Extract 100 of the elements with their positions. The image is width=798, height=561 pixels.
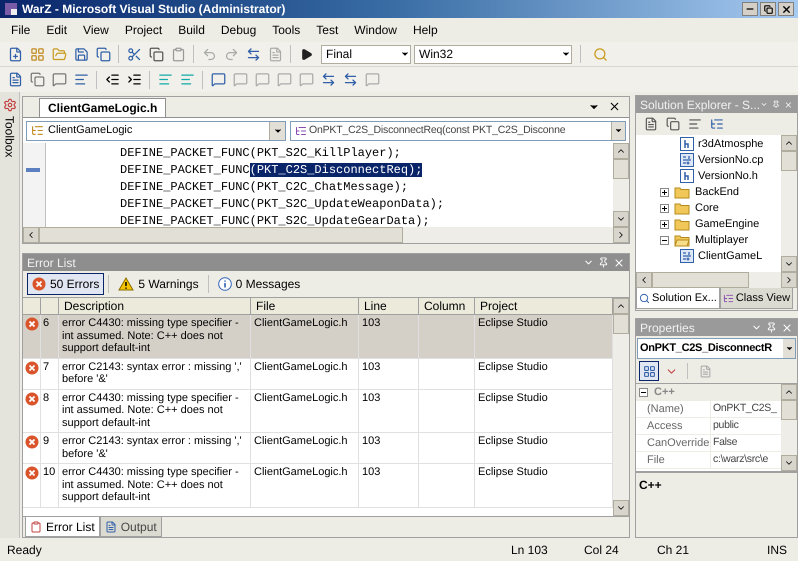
panel-tab[interactable]: Output: [100, 517, 162, 537]
file-name: ClientGameLogic.h: [254, 360, 348, 372]
error-icon: [25, 392, 39, 406]
platform-dropdown[interactable]: Win32: [414, 44, 572, 64]
minimize-button[interactable]: [742, 2, 758, 16]
tree-item[interactable]: r3dAtmosphe: [698, 136, 764, 152]
property-value[interactable]: OnPKT_C2S_: [711, 401, 781, 417]
expand-icon[interactable]: [660, 220, 669, 228]
menu-item[interactable]: Edit: [39, 21, 74, 39]
pin-icon[interactable]: [772, 99, 780, 110]
property-name: (Name): [646, 400, 711, 418]
menu-item[interactable]: Window: [347, 21, 404, 39]
navigate-icon: [246, 46, 260, 62]
panel-tab[interactable]: Error List: [25, 517, 100, 537]
column-header[interactable]: Column: [419, 298, 475, 314]
scrollbar[interactable]: [23, 227, 629, 243]
tree-item[interactable]: BackEnd: [695, 184, 740, 200]
collapse-icon[interactable]: [660, 236, 669, 244]
scroll-up-button[interactable]: [613, 298, 629, 314]
error-row[interactable]: 10 error C4430: missing type specifier - int assumed. Note: C++ does not support default-int ClientGameLogic.h 103 Eclipse Studio: [23, 464, 613, 508]
pin-icon[interactable]: [766, 322, 777, 333]
property-value[interactable]: c:\warz\src\e: [711, 452, 781, 468]
error-icon: [25, 360, 39, 374]
close-icon[interactable]: [608, 100, 621, 113]
panel-title: Error List: [27, 254, 77, 272]
error-row[interactable]: 6 error C4430: missing type specifier - int assumed. Note: C++ does not support default-int ClientGameLogic.h 103 Eclipse Studio: [23, 315, 613, 358]
panel-tab[interactable]: Solution Ex...: [636, 288, 720, 309]
scrollbar[interactable]: [781, 384, 797, 471]
scroll-up-button[interactable]: [613, 143, 629, 159]
property-value[interactable]: public: [711, 418, 781, 434]
property-value[interactable]: False: [711, 435, 781, 451]
member-dropdown[interactable]: OnPKT_C2S_DisconnectReq(const PKT_C2S_Disconne: [290, 120, 626, 140]
tree-item[interactable]: VersionNo.cp: [698, 152, 764, 168]
cpp-file-icon: [680, 249, 694, 263]
menu-item[interactable]: View: [76, 21, 116, 39]
toolbox-strip[interactable]: Toolbox: [0, 92, 20, 538]
tree-item[interactable]: Core: [695, 200, 719, 216]
restore-button[interactable]: [760, 2, 776, 16]
scroll-down-button[interactable]: [781, 455, 797, 471]
configuration-dropdown[interactable]: Final: [321, 44, 411, 64]
document-tab[interactable]: ClientGameLogic.h: [39, 98, 166, 117]
menu-item[interactable]: Help: [406, 21, 445, 39]
scroll-down-button[interactable]: [781, 256, 797, 272]
tree-item[interactable]: ClientGameL: [698, 248, 762, 264]
scroll-right-button[interactable]: [781, 272, 797, 288]
menu-item[interactable]: Build: [171, 21, 212, 39]
menu-item[interactable]: Debug: [214, 21, 264, 39]
scroll-right-button[interactable]: [613, 227, 629, 243]
dropdown-arrow-icon[interactable]: [614, 126, 623, 135]
scroll-down-button[interactable]: [613, 500, 629, 516]
scroll-thumb[interactable]: [613, 159, 629, 179]
column-header[interactable]: File: [251, 298, 359, 314]
scroll-left-button[interactable]: [23, 227, 39, 243]
row-number: 10: [43, 466, 56, 478]
scroll-down-button[interactable]: [613, 211, 629, 227]
close-button[interactable]: [778, 2, 794, 16]
tree-item[interactable]: GameEngine: [695, 216, 760, 232]
tree-item[interactable]: Multiplayer: [695, 232, 748, 248]
class-dropdown[interactable]: ClientGameLogic: [26, 120, 286, 140]
error-icon: [32, 277, 46, 291]
scroll-thumb[interactable]: [781, 400, 797, 420]
scroll-up-button[interactable]: [781, 135, 797, 151]
categorized-button[interactable]: [639, 361, 659, 381]
filter-button[interactable]: 50 Errors: [27, 273, 104, 295]
scrollbar[interactable]: [781, 135, 797, 272]
menu-item[interactable]: File: [4, 21, 38, 39]
pin-icon[interactable]: [598, 257, 609, 268]
scroll-thumb[interactable]: [652, 272, 749, 288]
scroll-up-button[interactable]: [781, 384, 797, 400]
property-name: CanOverride: [646, 434, 711, 452]
filter-button[interactable]: 0 Messages: [212, 273, 306, 295]
expand-icon[interactable]: [660, 188, 669, 196]
error-row[interactable]: 8 error C4430: missing type specifier - int assumed. Note: C++ does not support default-int ClientGameLogic.h 103 Eclipse Studio: [23, 390, 613, 433]
scrollbar[interactable]: [613, 298, 629, 516]
collapse-icon[interactable]: [639, 388, 648, 397]
object-dropdown[interactable]: OnPKT_C2S_DisconnectR: [637, 338, 796, 359]
scrollbar[interactable]: [636, 272, 797, 288]
scroll-left-button[interactable]: [636, 272, 652, 288]
panel-tab[interactable]: Class View: [720, 288, 794, 309]
menu-item[interactable]: Tools: [265, 21, 308, 39]
scroll-thumb[interactable]: [781, 151, 797, 171]
expand-icon[interactable]: [660, 204, 669, 212]
filter-button[interactable]: 5 Warnings: [113, 273, 204, 295]
dropdown-arrow-icon[interactable]: [784, 344, 794, 353]
column-header[interactable]: Line: [359, 298, 419, 314]
find-in-files-icon: [592, 46, 608, 62]
undo-icon: [202, 46, 216, 62]
menu-item[interactable]: Test: [309, 21, 346, 39]
menu-item[interactable]: Project: [118, 21, 170, 39]
panel-title: Solution Explorer - S...: [640, 96, 760, 114]
folder-icon: [674, 186, 690, 198]
column-header[interactable]: Description: [59, 298, 251, 314]
error-row[interactable]: 9 error C2143: syntax error : missing ',' before '&' ClientGameLogic.h 103 Eclipse Studio: [23, 433, 613, 464]
tree-item[interactable]: VersionNo.h: [698, 168, 758, 184]
scroll-thumb[interactable]: [613, 314, 629, 334]
status-char: Ch 21: [657, 542, 690, 558]
scrollbar[interactable]: [613, 143, 629, 227]
line-number: 103: [362, 360, 380, 372]
scroll-thumb[interactable]: [39, 227, 403, 243]
error-row[interactable]: 7 error C2143: syntax error : missing ',' before '&' ClientGameLogic.h 103 Eclipse Studio: [23, 358, 613, 390]
